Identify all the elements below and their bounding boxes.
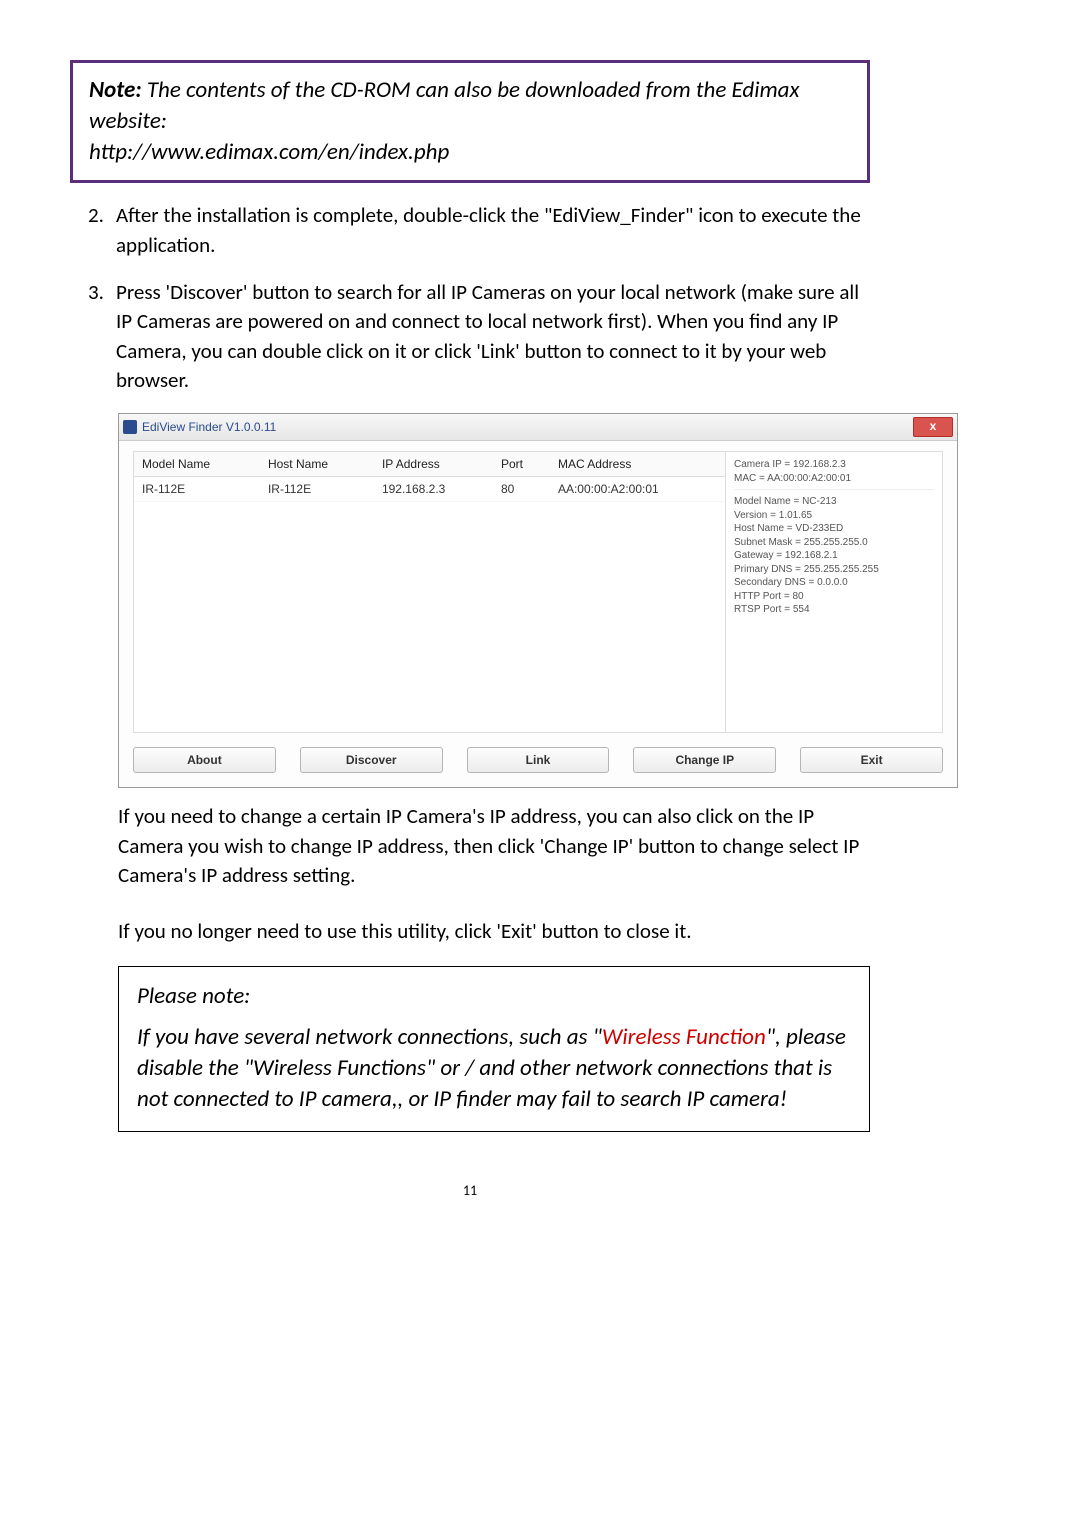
step-number: 2. <box>88 201 116 260</box>
step-number: 3. <box>88 278 116 396</box>
wireless-function-highlight: Wireless Function <box>602 1023 766 1051</box>
detail-line: Secondary DNS = 0.0.0.0 <box>734 576 934 590</box>
cell-ip: 192.168.2.3 <box>374 477 493 502</box>
col-host[interactable]: Host Name <box>260 452 374 477</box>
note-url: http://www.edimax.com/en/index.php <box>89 138 449 166</box>
col-model[interactable]: Model Name <box>134 452 260 477</box>
detail-line: Primary DNS = 255.255.255.255 <box>734 563 934 577</box>
page-number: 11 <box>70 1182 870 1199</box>
app-icon <box>123 420 137 434</box>
app-body: Model Name Host Name IP Address Port MAC… <box>119 441 957 787</box>
button-row: About Discover Link Change IP Exit <box>133 747 943 773</box>
detail-line: Model Name = NC-213 <box>734 495 934 509</box>
please-note-box: Please note: If you have several network… <box>118 966 870 1132</box>
detail-line: RTSP Port = 554 <box>734 603 934 617</box>
exit-button[interactable]: Exit <box>800 747 943 773</box>
cell-port: 80 <box>493 477 550 502</box>
paragraph-change-ip: If you need to change a certain IP Camer… <box>118 802 870 890</box>
detail-line: MAC = AA:00:00:A2:00:01 <box>734 472 934 486</box>
detail-line: HTTP Port = 80 <box>734 590 934 604</box>
detail-line: Gateway = 192.168.2.1 <box>734 549 934 563</box>
details-panel: Camera IP = 192.168.2.3 MAC = AA:00:00:A… <box>726 452 942 732</box>
about-button[interactable]: About <box>133 747 276 773</box>
col-mac[interactable]: MAC Address <box>550 452 725 477</box>
titlebar: EdiView Finder V1.0.0.11 x <box>119 414 957 441</box>
paragraph-exit: If you no longer need to use this utilit… <box>118 917 870 946</box>
please-note-heading: Please note: <box>137 981 851 1012</box>
table-header-row: Model Name Host Name IP Address Port MAC… <box>134 452 725 477</box>
cell-host: IR-112E <box>260 477 374 502</box>
table-row[interactable]: IR-112E IR-112E 192.168.2.3 80 AA:00:00:… <box>134 477 725 502</box>
ediview-finder-window: EdiView Finder V1.0.0.11 x Model Name Ho… <box>118 413 958 788</box>
col-ip[interactable]: IP Address <box>374 452 493 477</box>
note-text: The contents of the CD-ROM can also be d… <box>89 76 799 135</box>
window-title: EdiView Finder V1.0.0.11 <box>142 420 276 434</box>
note-text-part1: If you have several network connections,… <box>137 1023 602 1051</box>
detail-line: Subnet Mask = 255.255.255.0 <box>734 536 934 550</box>
step-text: After the installation is complete, doub… <box>116 201 870 260</box>
col-port[interactable]: Port <box>493 452 550 477</box>
step-3: 3. Press 'Discover' button to search for… <box>88 278 870 396</box>
camera-table: Model Name Host Name IP Address Port MAC… <box>134 452 726 732</box>
detail-line: Host Name = VD-233ED <box>734 522 934 536</box>
link-button[interactable]: Link <box>467 747 610 773</box>
discover-button[interactable]: Discover <box>300 747 443 773</box>
close-icon[interactable]: x <box>913 417 953 437</box>
note-label: Note: <box>89 76 142 104</box>
note-box: Note: The contents of the CD-ROM can als… <box>70 60 870 183</box>
cell-model: IR-112E <box>134 477 260 502</box>
step-2: 2. After the installation is complete, d… <box>88 201 870 260</box>
detail-line: Camera IP = 192.168.2.3 <box>734 458 934 472</box>
step-text: Press 'Discover' button to search for al… <box>116 278 870 396</box>
change-ip-button[interactable]: Change IP <box>633 747 776 773</box>
please-note-body: If you have several network connections,… <box>137 1022 851 1115</box>
detail-line: Version = 1.01.65 <box>734 509 934 523</box>
cell-mac: AA:00:00:A2:00:01 <box>550 477 725 502</box>
